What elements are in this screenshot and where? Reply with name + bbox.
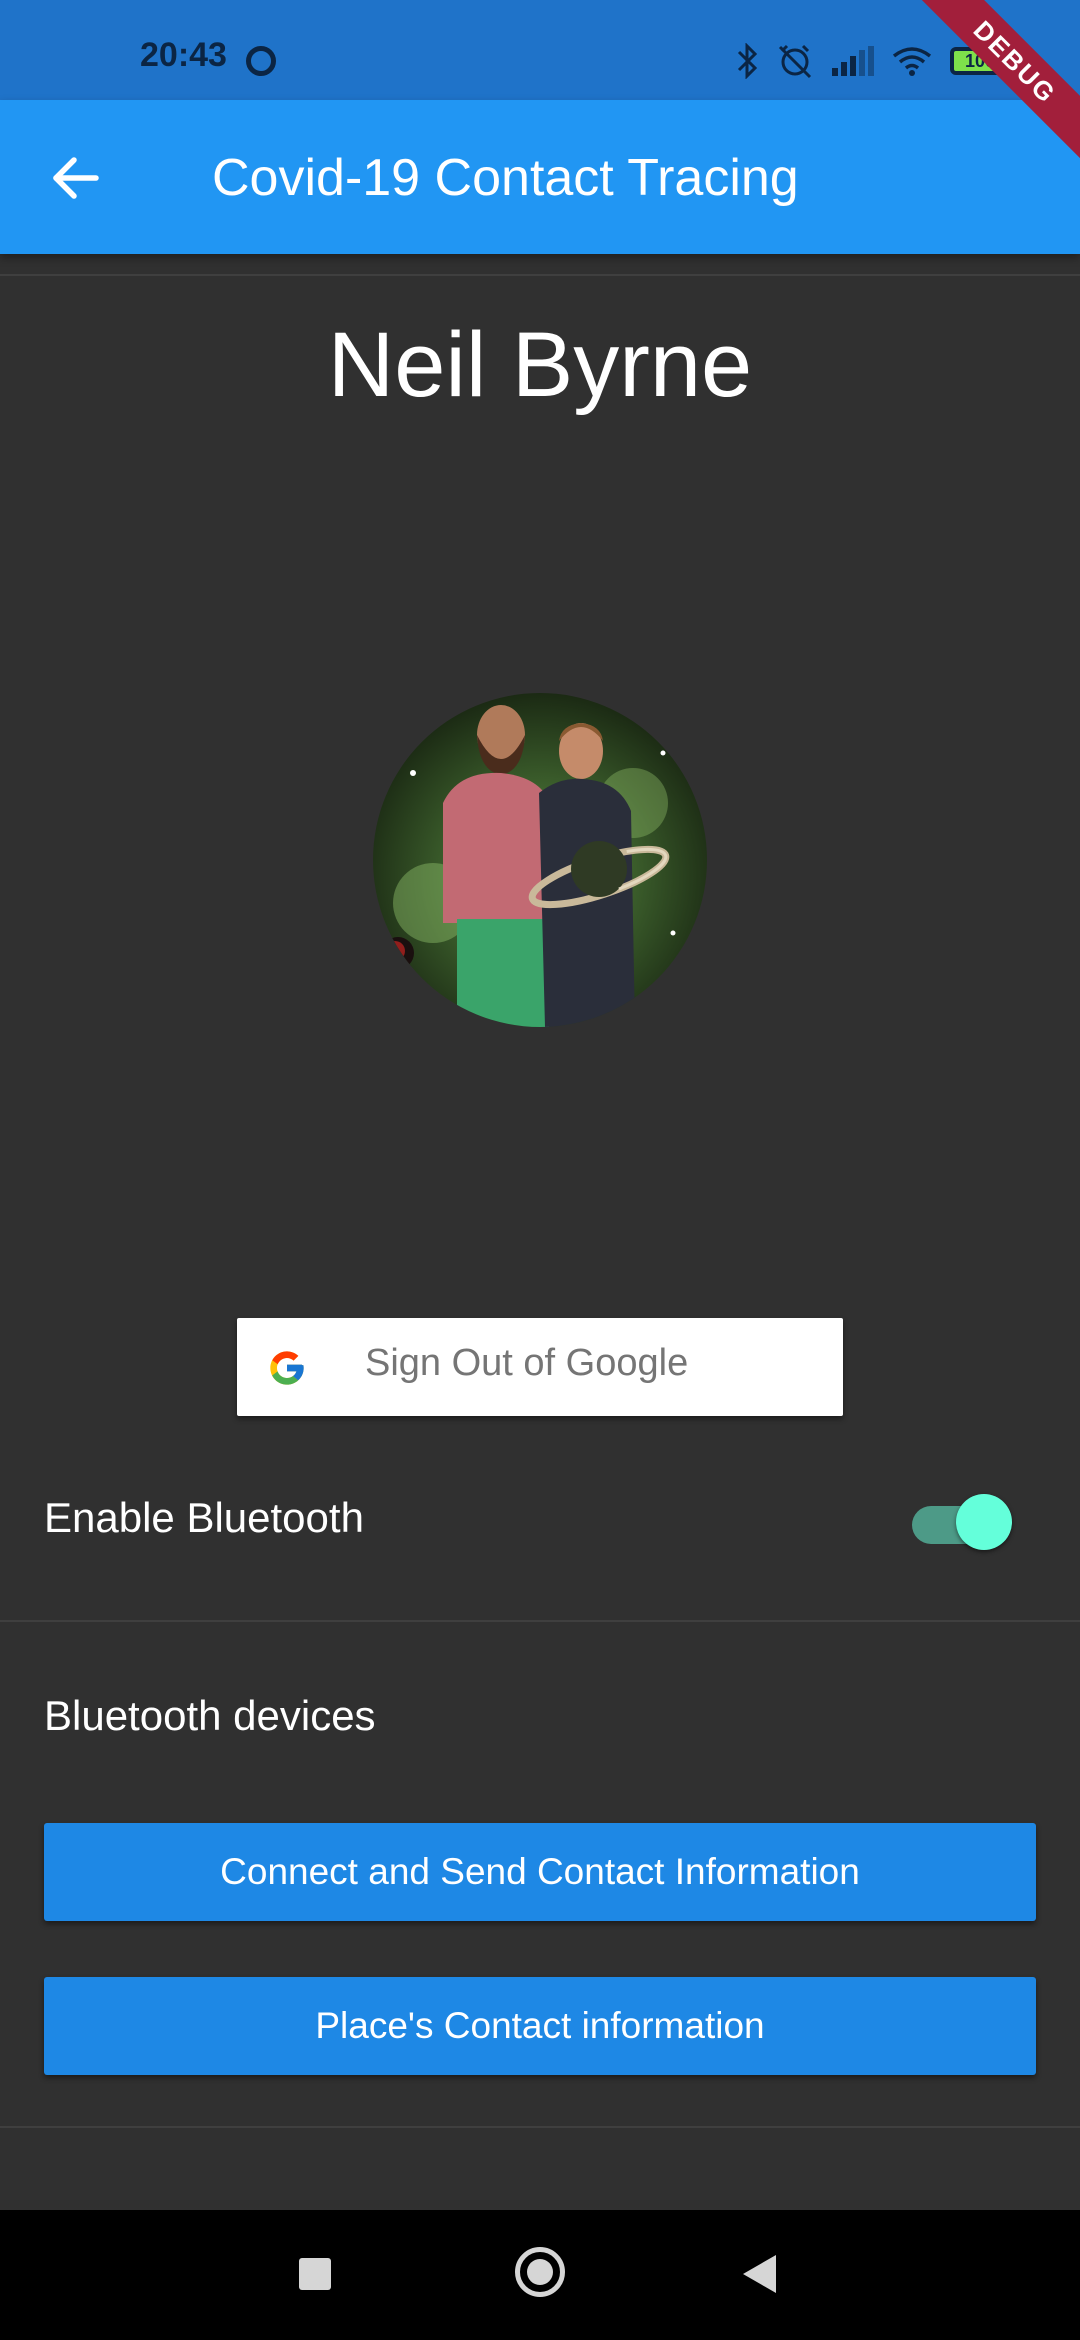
recents-icon[interactable]: [299, 2258, 331, 2290]
navigation-bar: [0, 2210, 1080, 2340]
sign-out-google-label: Sign Out of Google: [365, 1342, 689, 1384]
back-icon[interactable]: [743, 2255, 776, 2293]
signal-icon: [832, 46, 874, 76]
place-contact-info-button[interactable]: Place's Contact information: [44, 1977, 1036, 2075]
divider: [0, 2126, 1080, 2128]
avatar: [373, 693, 707, 1027]
arrow-back-icon: [53, 157, 99, 199]
sync-icon: [246, 46, 276, 76]
status-bar: 20:43 100: [0, 0, 1080, 100]
user-name: Neil Byrne: [327, 314, 753, 416]
user-avatar-photo: [373, 693, 707, 1027]
back-button[interactable]: [40, 142, 112, 214]
divider: [0, 1620, 1080, 1622]
divider: [0, 274, 1080, 276]
alarm-off-icon: [778, 44, 812, 79]
connect-send-contact-button[interactable]: Connect and Send Contact Information: [44, 1823, 1036, 1921]
google-g-icon: [270, 1351, 304, 1385]
page-title: Covid-19 Contact Tracing: [212, 149, 799, 207]
sign-out-google-button[interactable]: Sign Out of Google: [237, 1318, 843, 1416]
wifi-icon: [892, 47, 932, 76]
app-bar: Covid-19 Contact Tracing: [0, 100, 1080, 254]
home-icon[interactable]: [515, 2247, 565, 2297]
toggle-thumb: [956, 1494, 1012, 1550]
bluetooth-icon: [737, 43, 758, 79]
enable-bluetooth-label: Enable Bluetooth: [44, 1494, 364, 1541]
bluetooth-devices-label: Bluetooth devices: [44, 1692, 376, 1739]
bluetooth-toggle[interactable]: [908, 1492, 1012, 1552]
status-time: 20:43: [140, 36, 227, 74]
